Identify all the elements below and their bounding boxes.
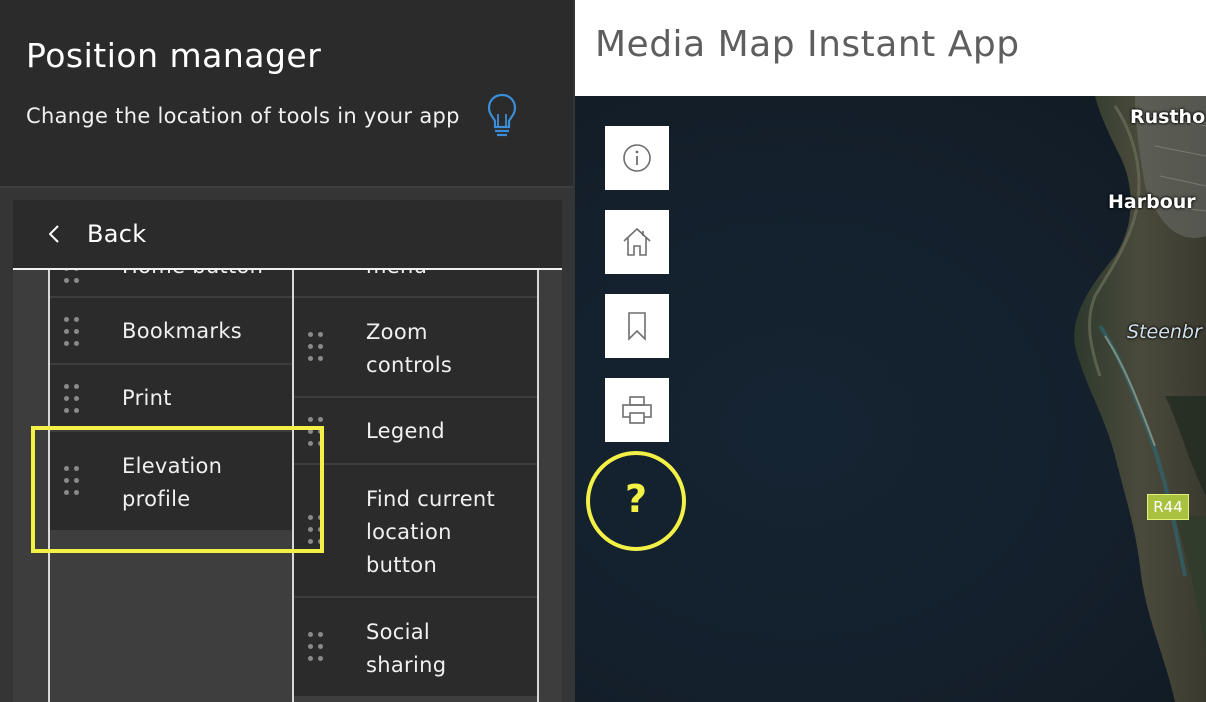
list-item-label: Find current xyxy=(366,487,496,511)
app-header: Media Map Instant App xyxy=(575,0,1206,96)
bookmark-icon xyxy=(628,312,646,341)
map-label-rustho: Rustho xyxy=(1130,106,1206,128)
home-icon xyxy=(623,227,651,256)
list-item-label: Zoom xyxy=(366,320,428,344)
panel-subtitle: Change the location of tools in your app xyxy=(26,104,460,128)
list-item-label: Bookmarks xyxy=(122,319,243,343)
home-button[interactable] xyxy=(605,210,669,274)
map-label-steenbr: Steenbr xyxy=(1127,321,1202,343)
list-item-find-current-location[interactable]: Find current location button xyxy=(294,465,537,598)
list-item-label: Legend xyxy=(366,419,445,443)
list-item-zoom-controls[interactable]: Zoom controls xyxy=(294,298,537,398)
list-item-label: Home button xyxy=(122,270,263,283)
list-item-print[interactable]: Print xyxy=(50,365,293,432)
highlight-annotation-box xyxy=(31,426,324,553)
satellite-imagery xyxy=(1074,96,1206,702)
list-item-bookmarks[interactable]: Bookmarks xyxy=(50,298,293,365)
list-item-menu[interactable]: menu xyxy=(294,270,537,298)
panel-header: Position manager Change the location of … xyxy=(0,0,573,188)
drag-handle-icon[interactable] xyxy=(64,270,82,296)
app-title: Media Map Instant App xyxy=(595,24,1020,65)
map-view[interactable]: ? Rustho Harbour Steenbr R44 xyxy=(575,96,1206,702)
drag-handle-icon[interactable] xyxy=(64,317,82,347)
bookmarks-button[interactable] xyxy=(605,294,669,358)
list-item-label: location xyxy=(366,520,452,544)
print-icon xyxy=(622,396,652,424)
back-label: Back xyxy=(87,220,147,248)
list-item-label: Social xyxy=(366,620,431,644)
panel-title: Position manager xyxy=(26,36,322,75)
road-shield-r44: R44 xyxy=(1147,494,1189,520)
position-manager-panel: Position manager Change the location of … xyxy=(0,0,575,702)
list-item-label: sharing xyxy=(366,653,447,677)
map-label-harbour: Harbour xyxy=(1108,191,1196,213)
chevron-left-icon xyxy=(49,225,59,243)
question-mark-icon: ? xyxy=(624,477,648,521)
info-icon xyxy=(623,144,651,172)
list-item-home-button[interactable]: Home button xyxy=(50,270,293,298)
drag-handle-icon[interactable] xyxy=(308,332,326,362)
list-item-social-sharing[interactable]: Social sharing xyxy=(294,598,537,698)
info-button[interactable] xyxy=(605,126,669,190)
list-item-label: controls xyxy=(366,353,453,377)
missing-tool-annotation: ? xyxy=(586,451,686,551)
list-item-label: menu xyxy=(366,270,427,283)
lightbulb-icon[interactable] xyxy=(486,92,518,138)
list-item-label: Print xyxy=(122,386,172,410)
list-item-legend[interactable]: Legend xyxy=(294,398,537,465)
drag-handle-icon[interactable] xyxy=(64,384,82,414)
back-button[interactable]: Back xyxy=(13,200,562,270)
list-item-label: button xyxy=(366,553,438,577)
print-button[interactable] xyxy=(605,378,669,442)
position-column-b: menu Zoom controls Legend xyxy=(292,270,539,702)
drag-handle-icon[interactable] xyxy=(308,632,326,662)
